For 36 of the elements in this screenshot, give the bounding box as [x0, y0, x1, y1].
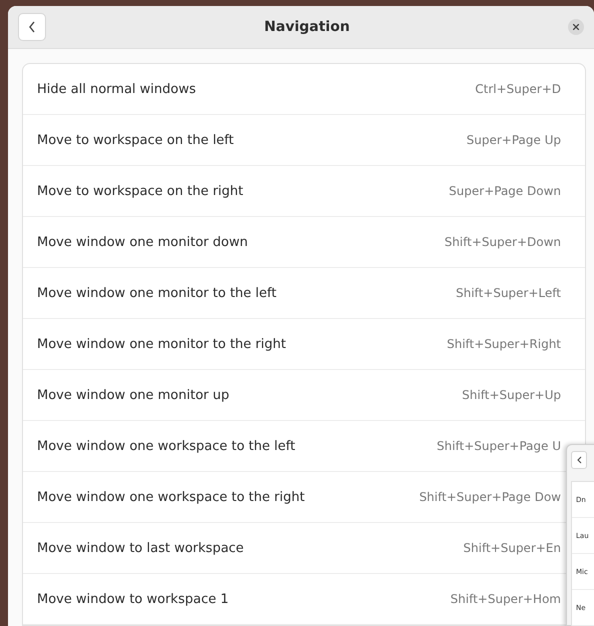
shortcut-keys: Shift+Super+Up	[462, 388, 561, 402]
back-button[interactable]	[571, 451, 587, 469]
shortcut-row[interactable]: Hide all normal windows Ctrl+Super+D	[23, 64, 585, 115]
shortcut-action: Move window one monitor to the left	[37, 286, 276, 300]
shortcut-action: Move window to workspace 1	[37, 592, 229, 606]
shortcut-keys: Shift+Super+Page U	[436, 439, 561, 453]
shortcut-keys: Super+Page Up	[466, 133, 561, 147]
shortcut-action: Move window one monitor up	[37, 388, 230, 402]
close-icon	[573, 24, 579, 30]
chevron-left-icon	[576, 456, 582, 464]
shortcut-keys: Ctrl+Super+D	[475, 82, 561, 96]
shortcut-row[interactable]: Move to workspace on the left Super+Page Up	[23, 115, 585, 166]
shortcut-row[interactable]: Move window one monitor up Shift+Super+Up	[23, 370, 585, 421]
shortcut-action: Move window one workspace to the left	[37, 438, 296, 454]
shortcut-action: Move window one monitor to the right	[37, 336, 286, 352]
close-button[interactable]	[568, 19, 584, 35]
shortcut-keys: Shift+Super+Page Dow	[419, 490, 561, 504]
shortcut-keys: Shift+Super+Hom	[450, 592, 561, 606]
shortcut-keys: Shift+Super+Left	[456, 286, 561, 300]
shortcut-keys: Shift+Super+Down	[444, 235, 561, 249]
shortcut-row[interactable]: Move window one monitor down Shift+Super+Down	[23, 217, 585, 268]
shortcut-row[interactable]: Move window one monitor to the right Shift+Super+Right	[23, 319, 585, 370]
shortcut-row[interactable]: Move window one monitor to the left Shift+Super+Left	[23, 268, 585, 319]
shortcut-keys: Super+Page Down	[448, 184, 561, 198]
shortcut-action: Move window one monitor down	[37, 234, 248, 250]
shortcut-action: Move window one workspace to the right	[37, 490, 305, 504]
shortcut-keys: Shift+Super+Right	[446, 337, 561, 351]
shortcut-action: Move to workspace on the left	[37, 132, 234, 148]
shortcut-action: Move window to last workspace	[37, 540, 244, 556]
window-title: Navigation	[263, 19, 351, 35]
shortcut-row[interactable]: Move to workspace on the right Super+Page Down	[23, 166, 585, 217]
back-button[interactable]	[18, 13, 46, 41]
chevron-left-icon	[28, 21, 36, 33]
shortcut-keys: Shift+Super+En	[463, 541, 561, 555]
shortcut-action: Move to workspace on the right	[37, 184, 244, 198]
shortcut-action: Hide all normal windows	[37, 82, 196, 96]
